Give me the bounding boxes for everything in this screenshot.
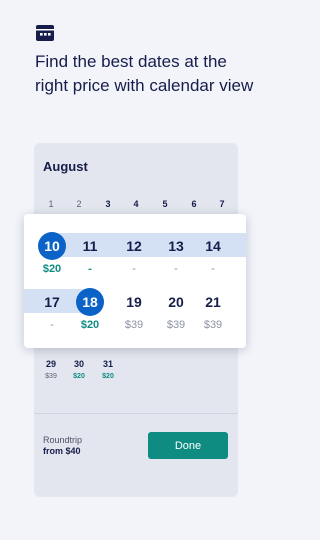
headline: Find the best dates at the right price w… [35,52,254,95]
day-4[interactable]: 4 [133,199,138,209]
day-cell-21[interactable]: 21 $39 [204,294,222,332]
done-button[interactable]: Done [148,432,228,459]
day-3[interactable]: 3 [105,199,110,209]
day-1[interactable]: 1 [48,199,53,209]
day-cell-14[interactable]: 14 - [205,238,221,276]
footer-divider [34,413,238,414]
day-cell-13[interactable]: 13 - [168,238,184,276]
day-cell-10[interactable]: 10 $20 [43,238,61,276]
day-cell-31[interactable]: 31 $20 [102,359,114,380]
zoomed-calendar-card: 10 $20 11 - 12 - 13 - 14 - 17 - 18 $20 1… [24,214,246,348]
day-cell-11[interactable]: 11 - [83,238,98,276]
day-cell-12[interactable]: 12 - [126,238,142,276]
day-5[interactable]: 5 [162,199,167,209]
day-2[interactable]: 2 [76,199,81,209]
from-price: from $40 [43,446,81,456]
day-cell-19[interactable]: 19 $39 [125,294,143,332]
day-7[interactable]: 7 [219,199,224,209]
day-cell-18[interactable]: 18 $20 [81,294,99,332]
day-cell-17[interactable]: 17 - [44,294,60,332]
day-cell-29[interactable]: 29 $39 [45,359,57,380]
day-cell-30[interactable]: 30 $20 [73,359,85,380]
roundtrip-label: Roundtrip [43,435,83,445]
month-title: August [43,159,88,174]
calendar-icon [36,25,54,41]
day-6[interactable]: 6 [191,199,196,209]
day-cell-20[interactable]: 20 $39 [167,294,185,332]
